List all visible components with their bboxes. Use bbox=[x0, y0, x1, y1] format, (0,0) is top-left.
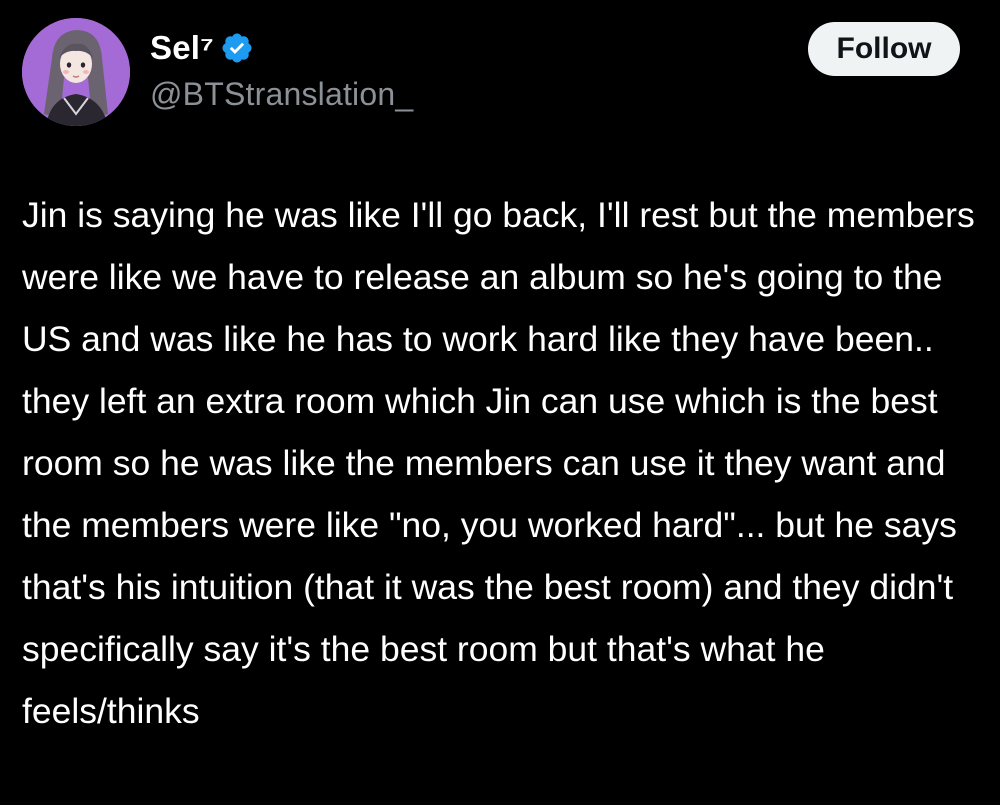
author-handle[interactable]: @BTStranslation_ bbox=[150, 76, 413, 113]
verified-badge-icon bbox=[220, 31, 254, 65]
tweet-card: Sel⁷ @BTStranslation_ Follow Jin is sayi… bbox=[0, 0, 1000, 805]
illustrated-girl-avatar-icon bbox=[22, 18, 130, 126]
avatar[interactable] bbox=[22, 18, 130, 126]
follow-button[interactable]: Follow bbox=[808, 22, 960, 76]
display-name[interactable]: Sel⁷ bbox=[150, 29, 214, 67]
author-name-row: Sel⁷ bbox=[150, 28, 254, 68]
tweet-text: Jin is saying he was like I'll go back, … bbox=[22, 195, 975, 731]
